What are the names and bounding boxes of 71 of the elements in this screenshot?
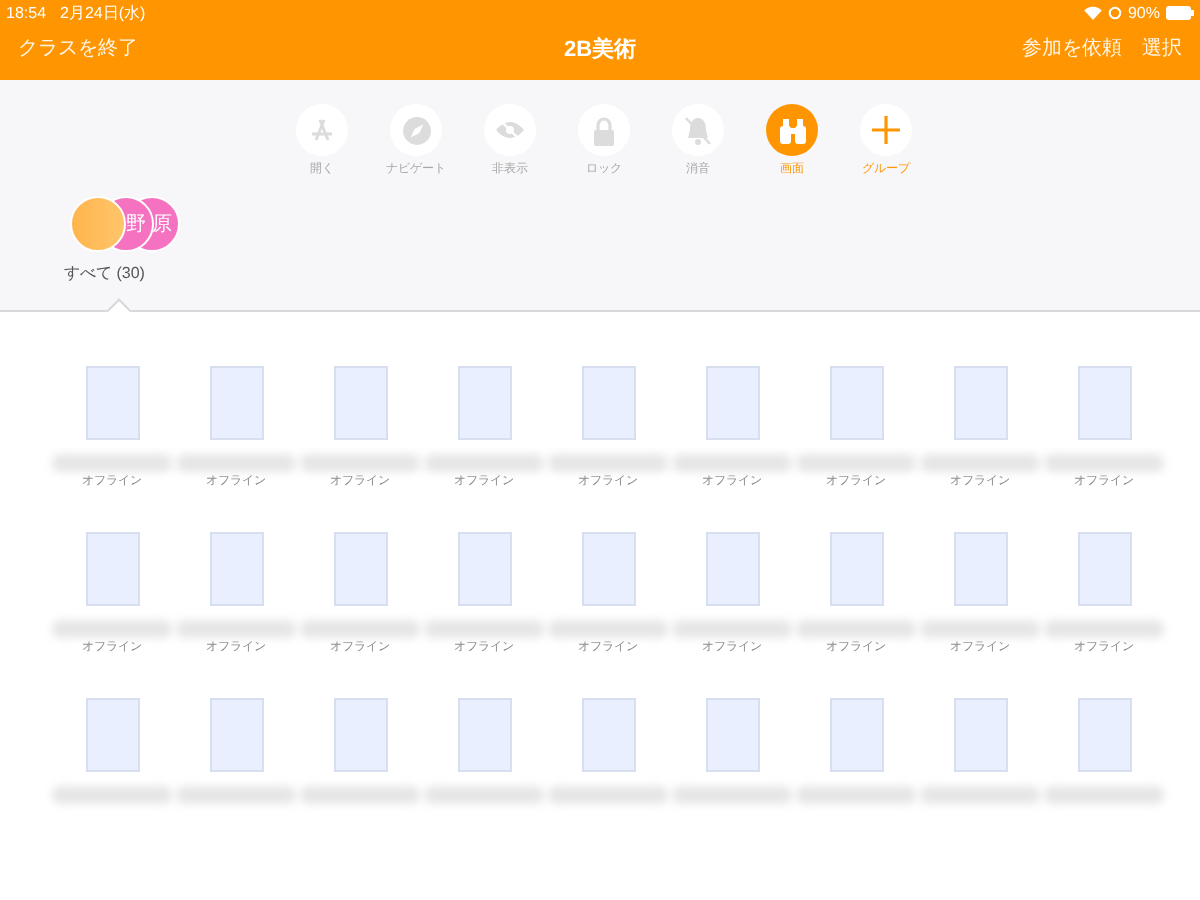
blurred-name: [52, 786, 172, 804]
compass-icon: [401, 115, 431, 145]
blurred-name: [176, 454, 296, 472]
blurred-name: [1044, 620, 1164, 638]
blurred-name: [920, 786, 1040, 804]
blurred-name: [796, 620, 916, 638]
blurred-name: [1044, 786, 1164, 804]
blurred-name: [300, 454, 420, 472]
blurred-name: [176, 620, 296, 638]
status-time: 18:54: [6, 1, 47, 25]
status-date: 2月24日(水): [60, 1, 146, 25]
blurred-name: [424, 454, 544, 472]
student-screen-thumbnail[interactable]: [1077, 366, 1131, 440]
blurred-name: [672, 620, 792, 638]
student-screen-thumbnail[interactable]: [333, 698, 387, 772]
student-screen-thumbnail[interactable]: [829, 698, 883, 772]
student-screen-thumbnail[interactable]: [953, 366, 1007, 440]
student-screen-thumbnail[interactable]: [1077, 532, 1131, 606]
blurred-name: [920, 454, 1040, 472]
lock-icon: [592, 115, 616, 145]
student-screen-thumbnail[interactable]: [1077, 698, 1131, 772]
student-screen-thumbnail[interactable]: [209, 366, 263, 440]
battery-percent: 90%: [1127, 1, 1160, 25]
student-screen-thumbnail[interactable]: [953, 532, 1007, 606]
blurred-name: [176, 786, 296, 804]
student-screen-thumbnail[interactable]: [705, 366, 759, 440]
student-screen-thumbnail[interactable]: [457, 532, 511, 606]
muted-bell-icon: [684, 115, 712, 145]
student-screen-thumbnail[interactable]: [333, 366, 387, 440]
student-screen-thumbnail[interactable]: [829, 366, 883, 440]
blurred-name: [796, 786, 916, 804]
blurred-name: [548, 620, 668, 638]
blurred-name: [920, 620, 1040, 638]
binoculars-icon: [777, 117, 807, 143]
class-title: 2B美術: [563, 38, 637, 62]
student-screen-thumbnail[interactable]: [953, 698, 1007, 772]
nav-action-button[interactable]: 参加を依頼: [1022, 33, 1122, 63]
student-screen-thumbnail[interactable]: [457, 698, 511, 772]
student-screen-thumbnail[interactable]: [333, 532, 387, 606]
blurred-name: [672, 786, 792, 804]
student-screen-thumbnail[interactable]: [85, 532, 139, 606]
blurred-name: [52, 620, 172, 638]
student-screen-thumbnail[interactable]: [85, 366, 139, 440]
student-screen-thumbnail[interactable]: [581, 532, 635, 606]
end-class-button[interactable]: クラスを終了: [18, 33, 138, 63]
blurred-name: [548, 454, 668, 472]
nav-action-button[interactable]: 選択: [1142, 33, 1182, 63]
plus-icon: [872, 116, 900, 144]
student-screen-thumbnail[interactable]: [705, 698, 759, 772]
battery-icon: [1166, 6, 1194, 20]
blurred-name: [1044, 454, 1164, 472]
student-screen-thumbnail[interactable]: [581, 366, 635, 440]
student-screen-thumbnail[interactable]: [829, 532, 883, 606]
student-screen-thumbnail[interactable]: [209, 532, 263, 606]
blurred-name: [424, 786, 544, 804]
student-screen-thumbnail[interactable]: [457, 366, 511, 440]
student-screen-thumbnail[interactable]: [705, 532, 759, 606]
blurred-name: [548, 786, 668, 804]
blurred-name: [300, 786, 420, 804]
student-screen-thumbnail[interactable]: [85, 698, 139, 772]
hidden-eye-icon: [494, 118, 526, 142]
lock-rotation-icon: [1107, 6, 1122, 20]
blurred-name: [672, 454, 792, 472]
blurred-name: [424, 620, 544, 638]
blurred-name: [52, 454, 172, 472]
app-store-icon: [308, 116, 336, 144]
student-screen-thumbnail[interactable]: [209, 698, 263, 772]
wifi-icon: [1083, 6, 1102, 20]
blurred-name: [796, 454, 916, 472]
blurred-name: [300, 620, 420, 638]
student-screen-thumbnail[interactable]: [581, 698, 635, 772]
